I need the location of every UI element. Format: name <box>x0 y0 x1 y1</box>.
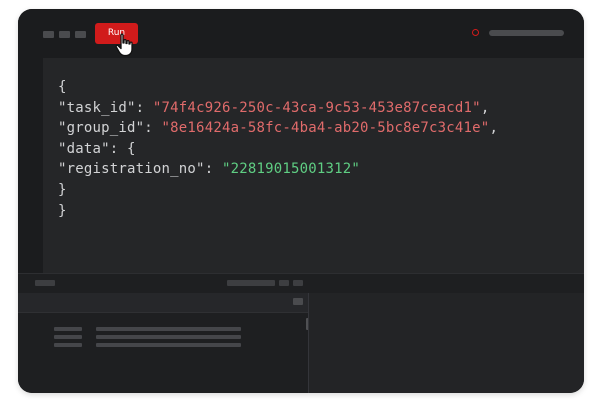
code-line-1: { <box>58 79 67 95</box>
json-key-group-id: "group_id": <box>58 120 162 137</box>
panel-action-placeholder[interactable] <box>227 280 275 286</box>
json-close-brace-outer: } <box>58 202 67 219</box>
json-value-task-id: "74f4c926-250c-43ca-9c53-453e87ceacd1" <box>152 99 481 116</box>
left-panel-button[interactable] <box>293 298 303 305</box>
list-item-marker <box>54 343 82 347</box>
status-text-placeholder <box>489 30 564 36</box>
list-item-text <box>96 335 241 339</box>
hand-pointer-icon <box>115 33 133 57</box>
toolbar-placeholder-1[interactable] <box>43 31 54 38</box>
json-value-group-id: "8e16424a-58fc-4ba4-ab20-5bc8e7c3c41e" <box>161 120 490 137</box>
right-panel <box>309 293 584 393</box>
json-comma: , <box>480 99 490 116</box>
json-key-task-id: "task_id": <box>58 99 153 116</box>
left-panel-content <box>18 313 308 393</box>
app-window: Run { "task_id": "74f4c926-250c-43ca-9c5… <box>18 9 584 393</box>
list-item-text <box>96 343 241 347</box>
list-item-marker <box>54 335 82 339</box>
panel-tab-placeholder[interactable] <box>35 280 55 286</box>
status-circle-icon <box>472 29 479 36</box>
json-value-registration-no: "22819015001312" <box>221 161 361 178</box>
list-item-text <box>96 327 241 331</box>
panel-action-placeholder-2[interactable] <box>279 280 289 286</box>
json-key-data: "data": { <box>58 140 136 157</box>
toolbar-placeholder-3[interactable] <box>75 31 86 38</box>
top-toolbar: Run <box>18 9 584 58</box>
list-item-marker <box>54 327 82 331</box>
json-key-registration-no: "registration_no": <box>58 161 222 178</box>
json-close-brace-inner: } <box>58 181 67 198</box>
bottom-panel-header <box>18 274 584 293</box>
toolbar-placeholder-2[interactable] <box>59 31 70 38</box>
json-comma: , <box>489 120 499 137</box>
json-code: { "task_id": "74f4c926-250c-43ca-9c53-45… <box>58 77 498 221</box>
panel-action-placeholder-3[interactable] <box>293 280 303 286</box>
code-editor[interactable]: { "task_id": "74f4c926-250c-43ca-9c53-45… <box>43 58 584 273</box>
left-panel-toolbar <box>18 293 308 313</box>
line-gutter <box>18 58 43 273</box>
